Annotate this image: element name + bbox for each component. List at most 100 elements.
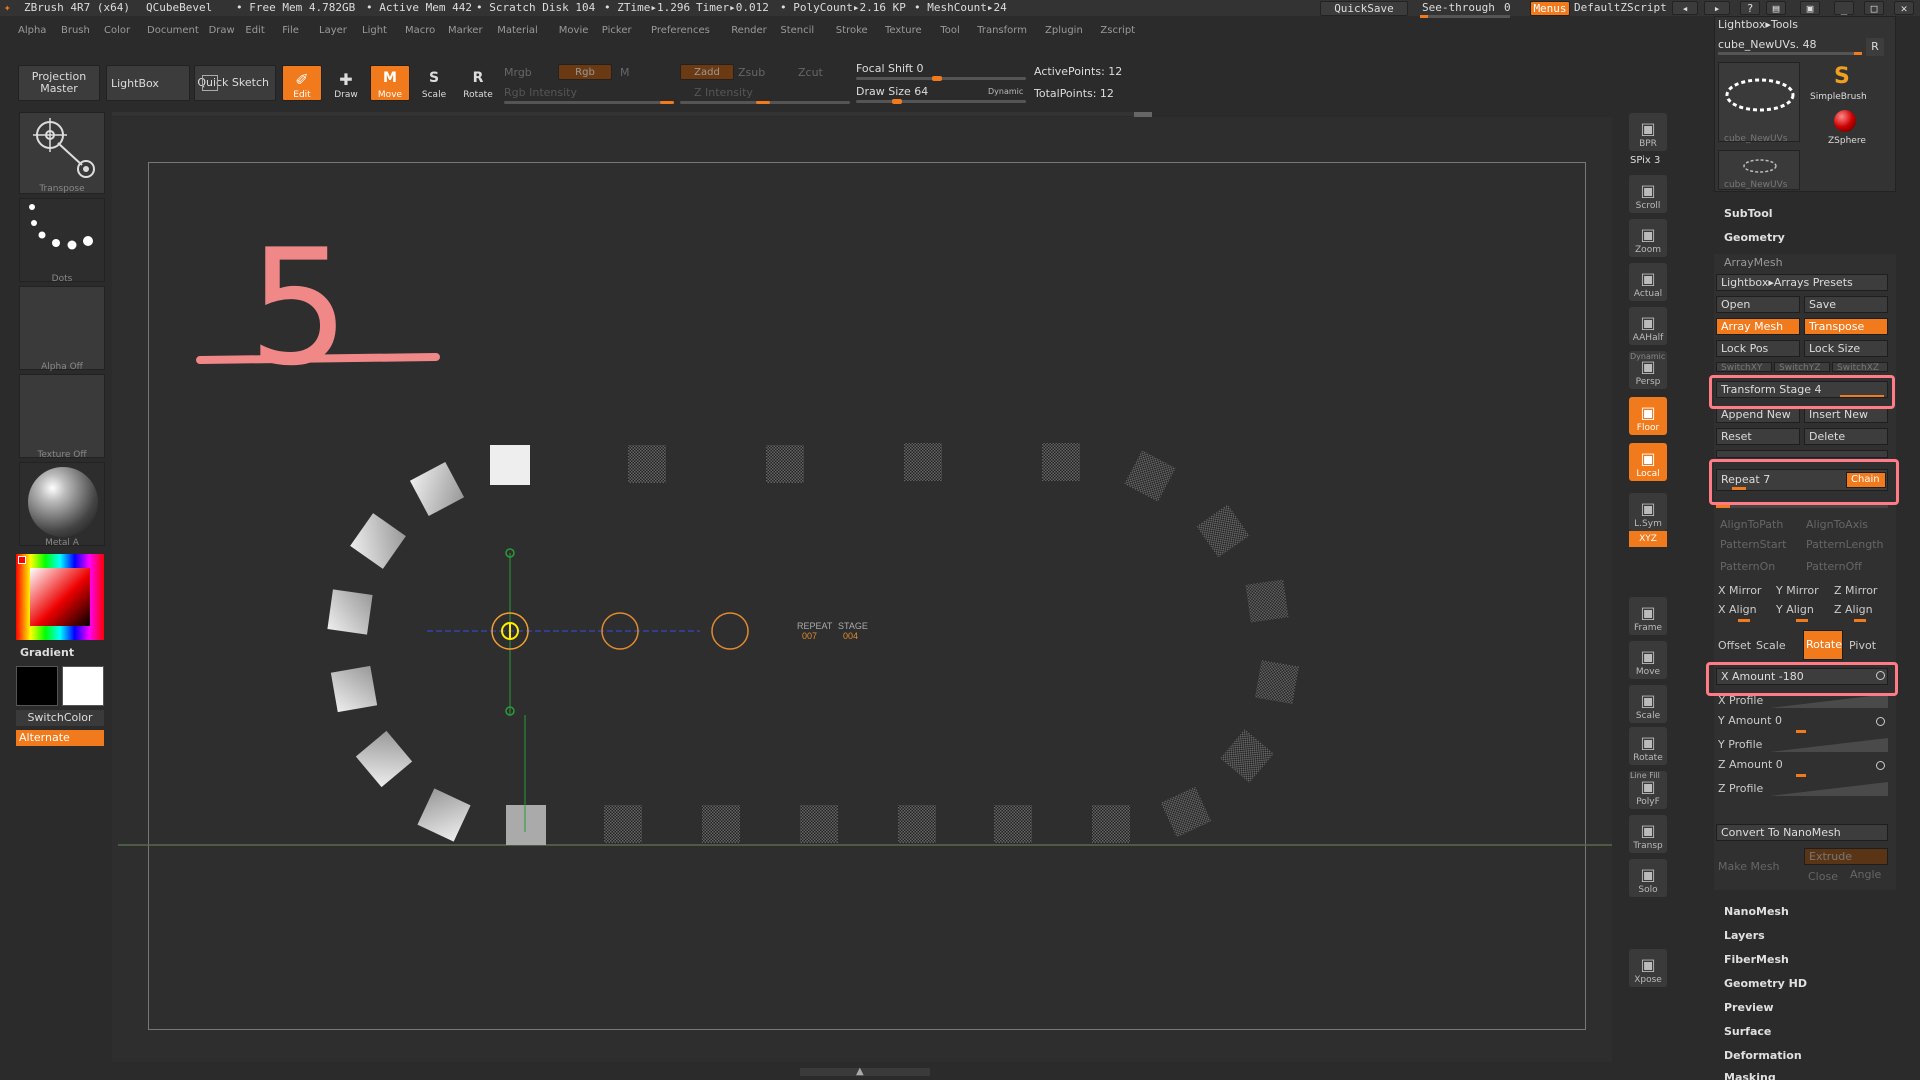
shelf-scrollbar[interactable] bbox=[112, 112, 1152, 116]
delete-button[interactable]: Delete bbox=[1804, 428, 1888, 445]
lock-pos-button[interactable]: Lock Pos bbox=[1716, 340, 1800, 357]
m-button[interactable]: M bbox=[620, 66, 630, 79]
align-to-axis-button[interactable]: AlignToAxis bbox=[1806, 518, 1868, 531]
preview-section[interactable]: Preview bbox=[1724, 1001, 1774, 1014]
dots-stroke-thumb[interactable] bbox=[19, 198, 105, 282]
menu-render[interactable]: Render bbox=[731, 25, 767, 36]
view-scale-button[interactable]: ▣ Scale bbox=[1629, 685, 1667, 723]
view-xpose-button[interactable]: ▣ Xpose bbox=[1629, 949, 1667, 987]
rgb-intensity-label[interactable]: Rgb Intensity bbox=[504, 86, 577, 99]
rgb-intensity-slider[interactable] bbox=[504, 101, 674, 104]
reset-button[interactable]: Reset bbox=[1716, 428, 1800, 445]
y-mirror-toggle[interactable]: Y Mirror bbox=[1776, 584, 1819, 597]
subtool-section[interactable]: SubTool bbox=[1724, 207, 1773, 220]
view-zoom-button[interactable]: ▣ Zoom bbox=[1629, 219, 1667, 257]
transpose-brush-thumb[interactable] bbox=[19, 112, 105, 194]
lightbox-tools-button[interactable]: Lightbox▸Tools bbox=[1718, 18, 1798, 31]
menu-macro[interactable]: Macro bbox=[405, 25, 435, 36]
lightbox-button[interactable]: LightBox bbox=[106, 65, 190, 101]
maximize-icon[interactable]: □ bbox=[1864, 1, 1884, 15]
view-scroll-button[interactable]: ▣ Scroll bbox=[1629, 175, 1667, 213]
menu-brush[interactable]: Brush bbox=[61, 25, 90, 36]
menu-material[interactable]: Material bbox=[497, 25, 538, 36]
seethrough-label[interactable]: See-through bbox=[1422, 1, 1495, 14]
menu-movie[interactable]: Movie bbox=[559, 25, 589, 36]
menu-tool[interactable]: Tool bbox=[940, 25, 959, 36]
layout-left-icon[interactable]: ◂ bbox=[1672, 1, 1698, 15]
material-thumb[interactable] bbox=[19, 462, 105, 546]
collapse-arrow-icon[interactable]: ▲ bbox=[856, 1066, 864, 1077]
menu-edit[interactable]: Edit bbox=[245, 25, 264, 36]
menu-color[interactable]: Color bbox=[104, 25, 130, 36]
pattern-on-slider[interactable]: PatternOn bbox=[1720, 560, 1775, 573]
extrude-button[interactable]: Extrude bbox=[1804, 848, 1888, 865]
quicksave-button[interactable]: QuickSave bbox=[1320, 1, 1408, 16]
angle-slider[interactable]: Angle bbox=[1850, 868, 1881, 881]
menu-draw[interactable]: Draw bbox=[209, 25, 235, 36]
z-profile-curve[interactable]: Z Profile bbox=[1718, 782, 1763, 795]
view-move-button[interactable]: ▣ Move bbox=[1629, 641, 1667, 679]
help-icon[interactable]: ? bbox=[1740, 1, 1760, 15]
switch-yz-button[interactable]: SwitchYZ bbox=[1774, 362, 1830, 372]
mrgb-button[interactable]: Mrgb bbox=[504, 66, 532, 79]
zadd-button[interactable]: Zadd bbox=[680, 64, 734, 80]
layers-section[interactable]: Layers bbox=[1724, 929, 1765, 942]
menu-zplugin[interactable]: Zplugin bbox=[1045, 25, 1083, 36]
x-mirror-toggle[interactable]: X Mirror bbox=[1718, 584, 1761, 597]
menu-light[interactable]: Light bbox=[362, 25, 387, 36]
make-mesh-button[interactable]: Make Mesh bbox=[1718, 860, 1779, 873]
switch-xz-button[interactable]: SwitchXZ bbox=[1832, 362, 1888, 372]
seethrough-slider[interactable] bbox=[1420, 15, 1510, 18]
pattern-length-slider[interactable]: PatternLength bbox=[1806, 538, 1890, 551]
offset-tab[interactable]: Offset bbox=[1718, 639, 1751, 652]
arraymesh-header[interactable]: ArrayMesh bbox=[1724, 256, 1783, 269]
pattern-start-slider[interactable]: PatternStart bbox=[1720, 538, 1786, 551]
scale-button[interactable]: S Scale bbox=[414, 65, 454, 101]
view-actual-button[interactable]: ▣ Actual bbox=[1629, 263, 1667, 301]
masking-section[interactable]: Masking bbox=[1724, 1071, 1776, 1080]
move-button[interactable]: M Move bbox=[370, 65, 410, 101]
lightbox-arrays-button[interactable]: Lightbox▸Arrays Presets bbox=[1716, 274, 1888, 291]
x-align-slider[interactable]: X Align bbox=[1718, 603, 1757, 616]
pattern-off-slider[interactable]: PatternOff bbox=[1806, 560, 1862, 573]
array-mesh-viewport[interactable]: REPEAT 007 STAGE 004 5 bbox=[112, 117, 1612, 1062]
z-mirror-toggle[interactable]: Z Mirror bbox=[1834, 584, 1877, 597]
align-to-path-button[interactable]: AlignToPath bbox=[1720, 518, 1783, 531]
projection-master-button[interactable]: Projection Master bbox=[18, 65, 100, 101]
texture-thumb[interactable] bbox=[19, 374, 105, 458]
surface-section[interactable]: Surface bbox=[1724, 1025, 1771, 1038]
color-picker[interactable] bbox=[16, 554, 104, 640]
tool-thumb-array[interactable] bbox=[1718, 62, 1800, 142]
divider-slider[interactable] bbox=[1716, 505, 1888, 508]
switch-xy-button[interactable]: SwitchXY bbox=[1716, 362, 1772, 372]
color-picker-square[interactable] bbox=[30, 568, 90, 626]
y-amount-slider[interactable]: Y Amount 0 bbox=[1718, 714, 1782, 727]
r-button[interactable]: R bbox=[1866, 38, 1884, 56]
open-button[interactable]: Open bbox=[1716, 296, 1800, 313]
view-rotate-button[interactable]: ▣ Rotate bbox=[1629, 727, 1667, 765]
draw-size-thumb[interactable] bbox=[892, 99, 902, 104]
layout-icon[interactable]: ▤ bbox=[1766, 1, 1786, 15]
rgb-button[interactable]: Rgb bbox=[558, 64, 612, 80]
close-icon[interactable]: ✕ bbox=[1894, 1, 1914, 15]
current-tool-name[interactable]: cube_NewUVs. 48 bbox=[1718, 38, 1817, 51]
deformation-section[interactable]: Deformation bbox=[1724, 1049, 1802, 1062]
lock-size-button[interactable]: Lock Size bbox=[1804, 340, 1888, 357]
tool-slider[interactable] bbox=[1718, 52, 1862, 55]
y-profile-curve[interactable]: Y Profile bbox=[1718, 738, 1762, 751]
main-color-swatch[interactable] bbox=[16, 666, 58, 706]
focal-shift-label[interactable]: Focal Shift 0 bbox=[856, 62, 924, 75]
z-align-slider[interactable]: Z Align bbox=[1834, 603, 1873, 616]
menu-stencil[interactable]: Stencil bbox=[780, 25, 814, 36]
y-amount-reset-icon[interactable] bbox=[1876, 717, 1885, 726]
rotate-button[interactable]: R Rotate bbox=[458, 65, 498, 101]
z-amount-reset-icon[interactable] bbox=[1876, 761, 1885, 770]
dynamic-label[interactable]: Dynamic bbox=[1630, 352, 1665, 361]
convert-nanomesh-button[interactable]: Convert To NanoMesh bbox=[1716, 824, 1888, 841]
transpose-toggle[interactable]: Transpose bbox=[1804, 318, 1888, 335]
view-l-sym-button[interactable]: ▣ L.Sym bbox=[1629, 493, 1667, 531]
lock-icon[interactable]: ▣ bbox=[1800, 1, 1820, 15]
menu-marker[interactable]: Marker bbox=[448, 25, 483, 36]
save-button[interactable]: Save bbox=[1804, 296, 1888, 313]
draw-size-slider[interactable] bbox=[856, 100, 1026, 103]
